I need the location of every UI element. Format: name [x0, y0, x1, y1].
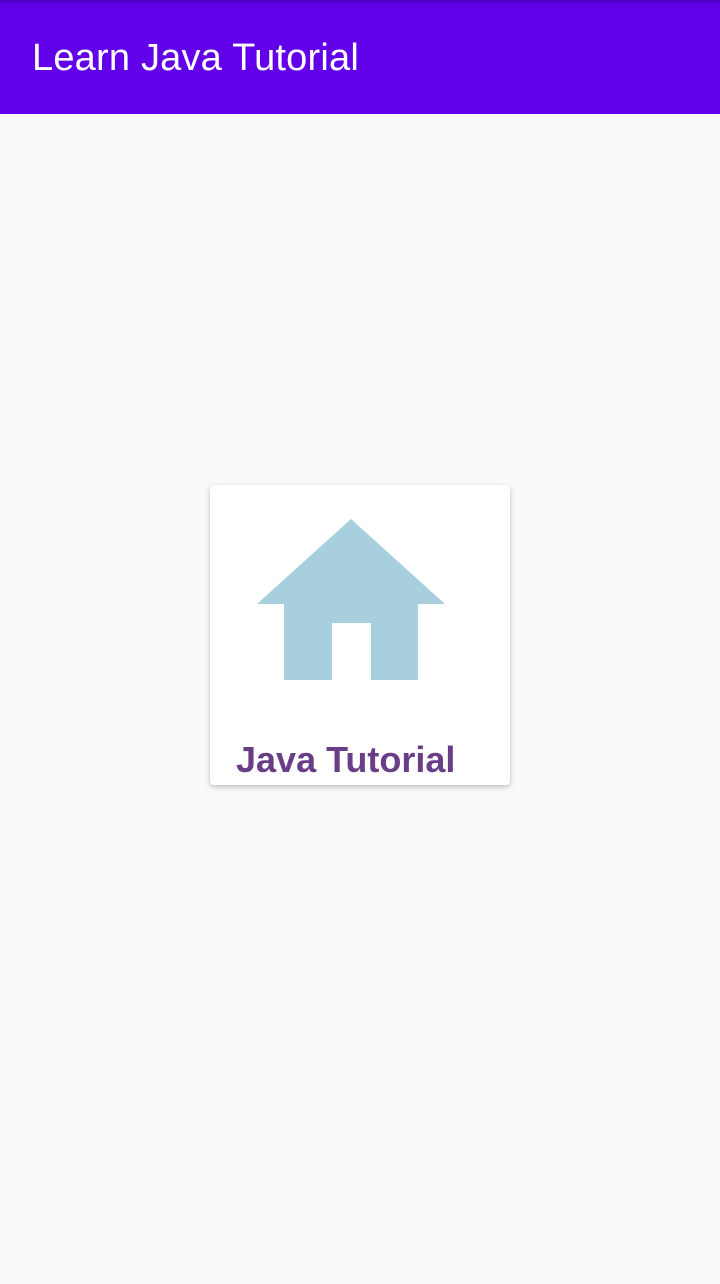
app-bar: Learn Java Tutorial	[0, 0, 720, 114]
home-icon	[257, 519, 445, 680]
main-content: Java Tutorial	[0, 114, 720, 1284]
java-tutorial-card[interactable]: Java Tutorial	[210, 485, 510, 785]
card-label: Java Tutorial	[236, 739, 456, 780]
app-title: Learn Java Tutorial	[32, 37, 359, 79]
